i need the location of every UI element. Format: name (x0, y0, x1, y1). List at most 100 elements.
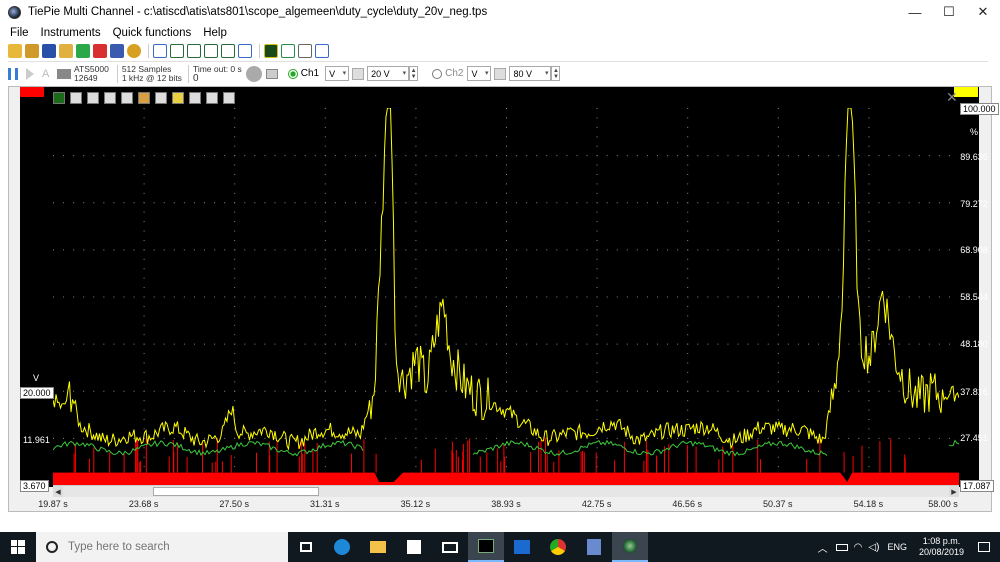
sliders-icon[interactable] (238, 44, 252, 58)
new-graph-icon[interactable] (170, 44, 184, 58)
taskbar-search[interactable] (36, 532, 288, 562)
ch2-coupling-select[interactable]: V ▾ (467, 66, 492, 81)
grid-dot (415, 183, 417, 185)
grid-dot (274, 155, 276, 157)
network-wifi-icon[interactable]: ◠ (854, 542, 863, 553)
scroll-thumb[interactable] (153, 487, 319, 496)
new-table-icon[interactable] (204, 44, 218, 58)
outlook-icon[interactable] (504, 532, 540, 562)
grid-dot (747, 390, 749, 392)
measure-icon[interactable] (104, 92, 116, 104)
notifications-icon[interactable] (978, 542, 990, 552)
time-scrollbar[interactable]: ◀ ▶ (53, 485, 959, 497)
chrome-icon[interactable] (540, 532, 576, 562)
grid-dot (707, 390, 709, 392)
grid-dot (868, 268, 870, 270)
chart-type-icon[interactable] (121, 92, 133, 104)
grid-dot (828, 249, 830, 251)
cursor-icon[interactable] (87, 92, 99, 104)
save-icon[interactable] (42, 44, 56, 58)
store-icon[interactable] (396, 532, 432, 562)
tray-chevron-up-icon[interactable]: ︿ (818, 540, 828, 555)
email-icon[interactable] (59, 44, 73, 58)
add-icon[interactable] (153, 44, 167, 58)
system-tray: ︿ ◠ ◁) ENG 1:08 p.m. 20/08/2019 (818, 532, 1000, 562)
grid-dot (777, 202, 779, 204)
scope-close-icon[interactable]: ✕ (946, 89, 958, 106)
settings-gear-icon[interactable] (127, 44, 141, 58)
grid-dot (294, 296, 296, 298)
io-icon[interactable] (298, 44, 312, 58)
scroll-right-arrow-icon[interactable]: ▶ (949, 486, 959, 497)
pause-icon[interactable] (8, 67, 18, 80)
ch2-range-spinner[interactable]: ▲ ▼ (551, 66, 561, 81)
ch2-auto-range-icon[interactable] (494, 67, 507, 80)
tiepie-multichannel-taskbar-icon[interactable] (612, 532, 648, 562)
clock[interactable]: 1:08 p.m. 20/08/2019 (919, 536, 964, 558)
delete-icon[interactable] (93, 44, 107, 58)
tools-icon[interactable] (223, 92, 235, 104)
oscilloscope-icon[interactable] (264, 44, 278, 58)
grid-dot (234, 155, 236, 157)
search-input[interactable] (68, 541, 268, 553)
grid-dot (73, 437, 75, 439)
ch2-range-select[interactable]: 80 V ▾ (509, 66, 552, 81)
ch1-range-select[interactable]: 20 V ▾ (367, 66, 410, 81)
maximize-button[interactable]: ☐ (932, 0, 966, 24)
battery-icon[interactable] (835, 543, 848, 551)
auto-icon[interactable]: A (42, 68, 52, 80)
right-axis-bottom-marker[interactable]: 17.087 (960, 480, 994, 492)
grid-dot (204, 249, 205, 251)
ch1-auto-range-icon[interactable] (352, 67, 365, 80)
task-view-icon[interactable] (288, 532, 324, 562)
open-folder-icon[interactable] (8, 44, 22, 58)
refresh-icon[interactable] (76, 44, 90, 58)
language-indicator[interactable]: ENG (887, 542, 907, 552)
trigger-settings-icon[interactable] (265, 68, 278, 79)
ch1-coupling-select[interactable]: V ▾ (325, 66, 350, 81)
grid-dot (163, 202, 165, 204)
right-axis-top-marker[interactable]: 100.000 (960, 103, 999, 115)
grid-dot (143, 239, 145, 241)
menu-file[interactable]: File (10, 27, 29, 39)
new-table2-icon[interactable] (221, 44, 235, 58)
edge-browser-icon[interactable] (324, 532, 360, 562)
print-icon[interactable] (110, 44, 124, 58)
generator-icon[interactable] (281, 44, 295, 58)
axis-icon[interactable] (206, 92, 218, 104)
channel-list-icon[interactable] (189, 92, 201, 104)
sample-rate[interactable]: 1 kHz @ 12 bits (122, 73, 182, 83)
trigger-dial-icon[interactable] (245, 65, 262, 82)
grid-dot (234, 456, 236, 458)
ch1-range-spinner[interactable]: ▲ ▼ (409, 66, 419, 81)
menu-help[interactable]: Help (203, 27, 227, 39)
trigger-timeout-value[interactable]: 0 (193, 73, 242, 83)
start-button[interactable] (0, 532, 36, 562)
ch1-enable-radio[interactable] (287, 68, 298, 79)
menu-quick-functions[interactable]: Quick functions (113, 27, 192, 39)
zoom-fit-icon[interactable] (155, 92, 167, 104)
menu-instruments[interactable]: Instruments (41, 27, 101, 39)
play-icon[interactable] (26, 67, 34, 80)
mail-icon[interactable] (432, 532, 468, 562)
grid-dot (415, 164, 417, 166)
left-axis-top-marker[interactable]: 20.000 (20, 387, 54, 399)
volume-icon[interactable]: ◁) (868, 542, 879, 553)
scope-plot[interactable] (52, 107, 960, 486)
open-recent-icon[interactable] (25, 44, 39, 58)
marker-pen-icon[interactable] (138, 92, 150, 104)
remote-app-icon[interactable] (576, 532, 612, 562)
new-meter-icon[interactable] (187, 44, 201, 58)
tiepie-taskbar-icon[interactable] (468, 532, 504, 562)
scroll-left-arrow-icon[interactable]: ◀ (53, 486, 63, 497)
xy-mode-icon[interactable] (70, 92, 82, 104)
left-axis-bottom-marker[interactable]: 3.670 (20, 480, 49, 492)
ch2-enable-radio[interactable] (432, 68, 443, 79)
minimize-button[interactable]: — (898, 0, 932, 24)
label-icon[interactable] (172, 92, 184, 104)
grid-dot (324, 239, 326, 241)
network-icon[interactable] (315, 44, 329, 58)
scope-mode-icon[interactable] (53, 92, 65, 104)
file-explorer-icon[interactable] (360, 532, 396, 562)
close-button[interactable]: ✕ (966, 0, 1000, 24)
